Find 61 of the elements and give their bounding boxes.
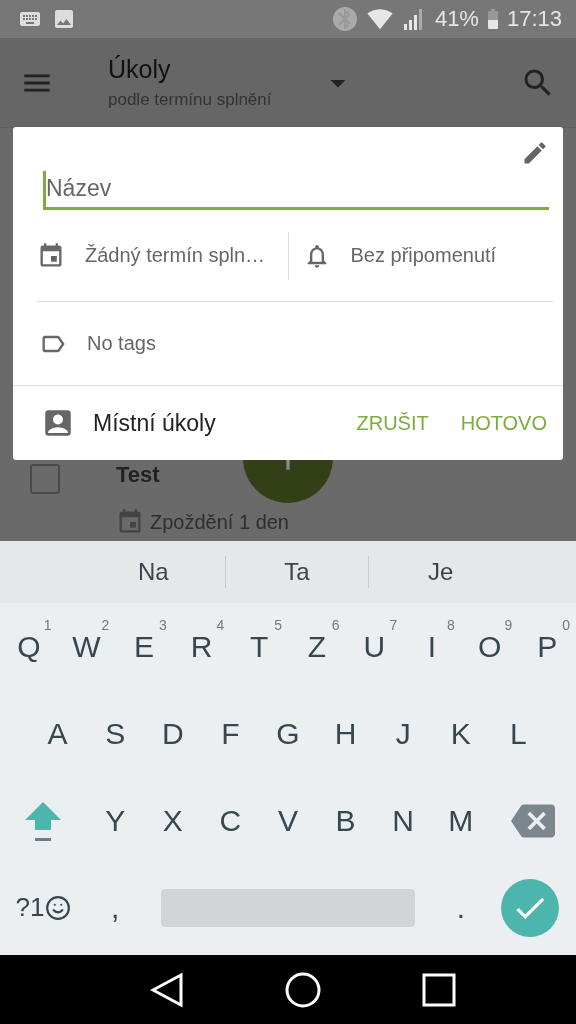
key-hint: 6	[331, 616, 340, 633]
key-hint: 7	[389, 616, 398, 633]
key-hint: 9	[504, 616, 513, 633]
keyboard-key[interactable]: M	[432, 780, 490, 861]
keyboard-key[interactable]: .	[432, 867, 490, 948]
suggestion[interactable]: Je	[369, 550, 512, 594]
image-icon	[52, 7, 76, 31]
keyboard-key[interactable]: C	[201, 780, 260, 861]
keyboard-key[interactable]: F	[201, 693, 260, 774]
clock: 17:13	[506, 6, 562, 32]
keyboard-key[interactable]: R 4	[172, 606, 231, 687]
keyboard-key[interactable]: Y	[86, 780, 144, 861]
keyboard-key[interactable]: I 8	[403, 606, 461, 687]
keyboard-key[interactable]: P 0	[518, 606, 576, 687]
task-due: Zpoždění 1 den	[150, 510, 289, 534]
suggestion[interactable]: Na	[82, 550, 225, 594]
keyboard-key[interactable]: A	[28, 693, 87, 774]
recents-button[interactable]	[421, 972, 456, 1007]
bluetooth-icon	[332, 7, 357, 31]
keyboard-key[interactable]: ,	[86, 867, 144, 948]
app-title: Úkoly	[108, 55, 172, 84]
name-field[interactable]: Název	[43, 171, 549, 210]
keyboard-key[interactable]: B	[316, 780, 375, 861]
task-checkbox[interactable]	[30, 464, 60, 494]
key-hint: 0	[562, 616, 570, 633]
task-title: Test	[116, 462, 161, 488]
reminder-option[interactable]: Bez připomenutí	[350, 244, 497, 267]
keyboard-key[interactable]: H	[316, 693, 375, 774]
key-hint: 8	[447, 616, 455, 633]
keyboard-key[interactable]: W 2	[57, 606, 116, 687]
keyboard-key[interactable]: T 5	[230, 606, 288, 687]
wifi-icon	[366, 6, 393, 32]
key-hint: 5	[274, 616, 282, 633]
keyboard-key[interactable]: L	[489, 693, 548, 774]
key-hint: 4	[216, 616, 225, 633]
keyboard-key[interactable]: G	[259, 693, 317, 774]
due-date-option[interactable]: Žádný termín spln…	[85, 244, 266, 267]
list-name[interactable]: Místní úkoly	[93, 409, 339, 437]
keyboard-key[interactable]: D	[144, 693, 202, 774]
keyboard-key[interactable]: U 7	[345, 606, 404, 687]
keyboard-key[interactable]: N	[374, 780, 432, 861]
smiley-icon	[45, 894, 72, 921]
keyboard-key[interactable]: K	[432, 693, 490, 774]
keyboard-key[interactable]: X	[144, 780, 202, 861]
keyboard-key[interactable]: V	[259, 780, 317, 861]
home-button[interactable]	[285, 971, 321, 1008]
keyboard-key[interactable]: Z 6	[288, 606, 346, 687]
keyboard-key[interactable]: O 9	[460, 606, 519, 687]
back-button[interactable]	[150, 971, 185, 1008]
signal-icon	[402, 8, 425, 30]
suggestion[interactable]: Ta	[225, 550, 369, 594]
keyboard-key[interactable]: E 3	[115, 606, 173, 687]
symbols-key[interactable]: ?1	[0, 867, 87, 948]
keyboard-key[interactable]: J	[374, 693, 432, 774]
key-hint: 3	[159, 616, 167, 633]
key-hint: 1	[43, 616, 52, 633]
key-hint: 2	[101, 616, 110, 633]
keyboard-key[interactable]: Q 1	[0, 606, 58, 687]
tags-option[interactable]: No tags	[87, 332, 156, 355]
keyboard-key[interactable]: S	[86, 693, 144, 774]
battery-percent: 41%	[434, 6, 479, 32]
